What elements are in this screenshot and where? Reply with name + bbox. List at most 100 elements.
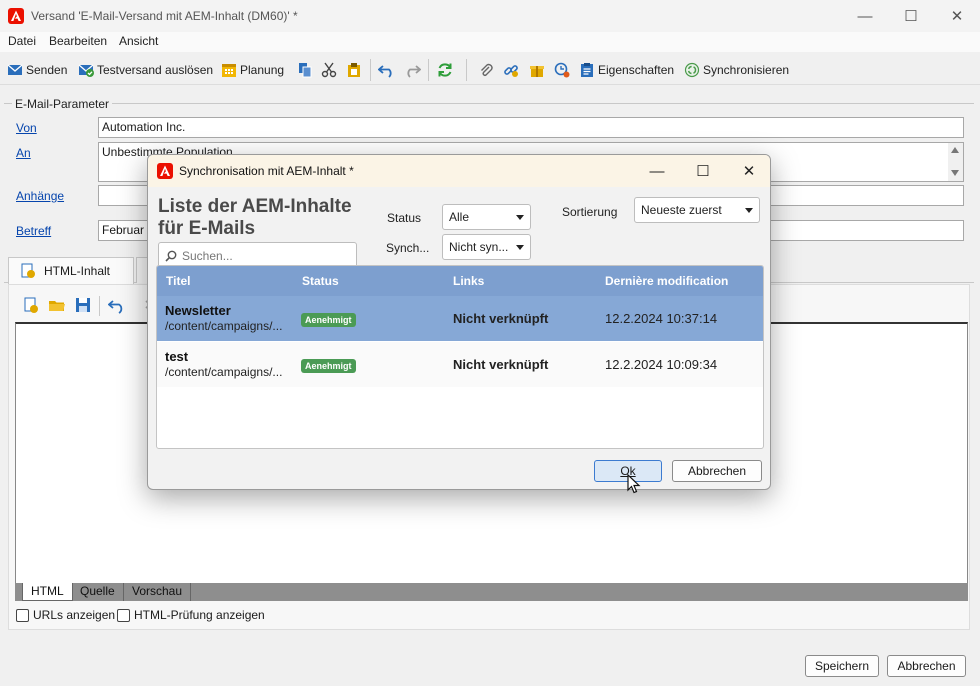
sync-icon bbox=[684, 62, 700, 78]
send-button[interactable]: Senden bbox=[7, 60, 67, 80]
to-link[interactable]: An bbox=[16, 146, 31, 160]
tracking-icon[interactable] bbox=[554, 62, 570, 78]
html-check-label: HTML-Prüfung anzeigen bbox=[134, 608, 265, 622]
test-send-button[interactable]: Testversand auslösen bbox=[78, 60, 213, 80]
tab-html[interactable]: HTML bbox=[22, 583, 73, 601]
status-filter-dropdown[interactable]: Alle bbox=[442, 204, 531, 230]
to-field-scrollbar[interactable] bbox=[948, 143, 963, 181]
from-link[interactable]: Von bbox=[16, 121, 37, 135]
list-heading-line2: für E-Mails bbox=[158, 218, 256, 239]
link-icon[interactable] bbox=[503, 62, 519, 78]
dialog-title: Synchronisation mit AEM-Inhalt * bbox=[179, 164, 354, 178]
properties-label: Eigenschaften bbox=[598, 63, 675, 77]
chevron-down-icon bbox=[745, 207, 753, 213]
sync-filter-dropdown[interactable]: Nicht syn... bbox=[442, 234, 531, 260]
envelope-check-icon bbox=[78, 64, 94, 77]
row-title: Newsletter bbox=[165, 303, 231, 318]
aem-content-grid: Titel Status Links Dernière modification… bbox=[156, 265, 764, 449]
refresh-icon[interactable] bbox=[437, 62, 453, 78]
sync-filter-label: Synch... bbox=[386, 241, 430, 255]
column-status[interactable]: Status bbox=[302, 274, 339, 288]
test-send-label: Testversand auslösen bbox=[97, 63, 214, 77]
show-urls-checkbox[interactable]: URLs anzeigen bbox=[16, 608, 115, 622]
search-placeholder: Suchen... bbox=[182, 248, 233, 263]
row-path: /content/campaigns/... bbox=[165, 319, 283, 333]
minimize-button[interactable]: — bbox=[842, 0, 888, 32]
row-links: Nicht verknüpft bbox=[453, 357, 549, 372]
tab-source[interactable]: Quelle bbox=[72, 583, 124, 601]
table-row[interactable]: test /content/campaigns/... Aenehmigt Ni… bbox=[157, 342, 763, 387]
column-links[interactable]: Links bbox=[453, 274, 484, 288]
properties-button[interactable]: Eigenschaften bbox=[579, 60, 674, 80]
editor-undo-icon[interactable] bbox=[108, 296, 126, 314]
column-modified[interactable]: Dernière modification bbox=[605, 274, 728, 288]
attachments-link[interactable]: Anhänge bbox=[16, 189, 64, 203]
gift-icon[interactable] bbox=[529, 62, 545, 78]
status-filter-value: Alle bbox=[449, 210, 470, 224]
status-badge: Aenehmigt bbox=[301, 359, 356, 373]
row-modified: 12.2.2024 10:37:14 bbox=[605, 311, 718, 326]
sort-dropdown[interactable]: Neueste zuerst bbox=[634, 197, 760, 223]
close-button[interactable]: ✕ bbox=[934, 0, 980, 32]
status-filter-label: Status bbox=[387, 211, 422, 225]
from-field[interactable]: Automation Inc. bbox=[98, 117, 964, 138]
column-title[interactable]: Titel bbox=[166, 274, 190, 288]
row-path: /content/campaigns/... bbox=[165, 365, 283, 379]
window-title: Versand 'E-Mail-Versand mit AEM-Inhalt (… bbox=[31, 9, 298, 23]
cancel-button[interactable]: Abbrechen bbox=[887, 655, 966, 677]
checkbox-box bbox=[117, 608, 130, 622]
dialog-minimize-button[interactable]: — bbox=[634, 155, 680, 187]
html-check-checkbox[interactable]: HTML-Prüfung anzeigen bbox=[117, 608, 265, 622]
toolbar-separator bbox=[466, 59, 467, 81]
copy-icon[interactable] bbox=[297, 62, 313, 78]
attachment-icon[interactable] bbox=[478, 62, 494, 78]
save-button[interactable]: Speichern bbox=[805, 655, 879, 677]
html-document-icon bbox=[21, 263, 35, 278]
synchronize-label: Synchronisieren bbox=[703, 63, 790, 77]
menu-edit[interactable]: Bearbeiten bbox=[49, 34, 107, 48]
mouse-cursor-icon bbox=[627, 474, 641, 494]
redo-icon[interactable] bbox=[403, 62, 421, 78]
editor-toolbar-separator bbox=[99, 296, 100, 316]
new-document-icon[interactable] bbox=[22, 296, 40, 314]
save-icon[interactable] bbox=[74, 296, 92, 314]
list-heading: Liste der AEM-Inhalte für E-Mails bbox=[158, 196, 378, 240]
sort-label: Sortierung bbox=[562, 205, 618, 219]
schedule-button[interactable]: Planung bbox=[221, 60, 284, 80]
synchronize-button[interactable]: Synchronisieren bbox=[684, 60, 789, 80]
tab-html-content[interactable]: HTML-Inhalt bbox=[8, 257, 134, 284]
undo-icon[interactable] bbox=[378, 62, 396, 78]
toolbar-separator bbox=[370, 59, 371, 81]
tab-preview[interactable]: Vorschau bbox=[124, 583, 192, 601]
aem-sync-dialog: Synchronisation mit AEM-Inhalt * — ☐ ✕ L… bbox=[147, 154, 771, 490]
schedule-label: Planung bbox=[240, 63, 285, 77]
cut-icon[interactable] bbox=[321, 62, 337, 78]
chevron-down-icon bbox=[516, 244, 524, 250]
list-heading-line1: Liste der AEM-Inhalte bbox=[158, 196, 352, 217]
show-urls-label: URLs anzeigen bbox=[33, 608, 116, 622]
table-row[interactable]: Newsletter /content/campaigns/... Aenehm… bbox=[157, 296, 763, 341]
sort-value: Neueste zuerst bbox=[641, 203, 722, 217]
send-label: Senden bbox=[26, 63, 68, 77]
toolbar-separator bbox=[428, 59, 429, 81]
paste-icon[interactable] bbox=[346, 62, 362, 78]
dialog-maximize-button[interactable]: ☐ bbox=[680, 155, 726, 187]
adobe-app-icon bbox=[157, 163, 173, 179]
dialog-close-button[interactable]: ✕ bbox=[726, 155, 770, 187]
dialog-cancel-label: Abbrechen bbox=[687, 464, 747, 478]
envelope-icon bbox=[7, 64, 23, 75]
adobe-app-icon bbox=[8, 8, 24, 24]
tab-html-label: HTML-Inhalt bbox=[44, 264, 111, 278]
open-folder-icon[interactable] bbox=[48, 296, 66, 314]
clipboard-icon bbox=[581, 63, 593, 77]
dialog-cancel-button[interactable]: Abbrechen bbox=[672, 460, 762, 482]
email-params-legend: E-Mail-Parameter bbox=[12, 97, 113, 111]
row-links: Nicht verknüpft bbox=[453, 311, 549, 326]
row-modified: 12.2.2024 10:09:34 bbox=[605, 357, 718, 372]
calendar-icon bbox=[222, 64, 236, 77]
maximize-button[interactable]: ☐ bbox=[888, 0, 934, 32]
menu-view[interactable]: Ansicht bbox=[119, 34, 158, 48]
checkbox-box bbox=[16, 608, 29, 622]
menu-file[interactable]: Datei bbox=[8, 34, 36, 48]
subject-link[interactable]: Betreff bbox=[16, 224, 51, 238]
